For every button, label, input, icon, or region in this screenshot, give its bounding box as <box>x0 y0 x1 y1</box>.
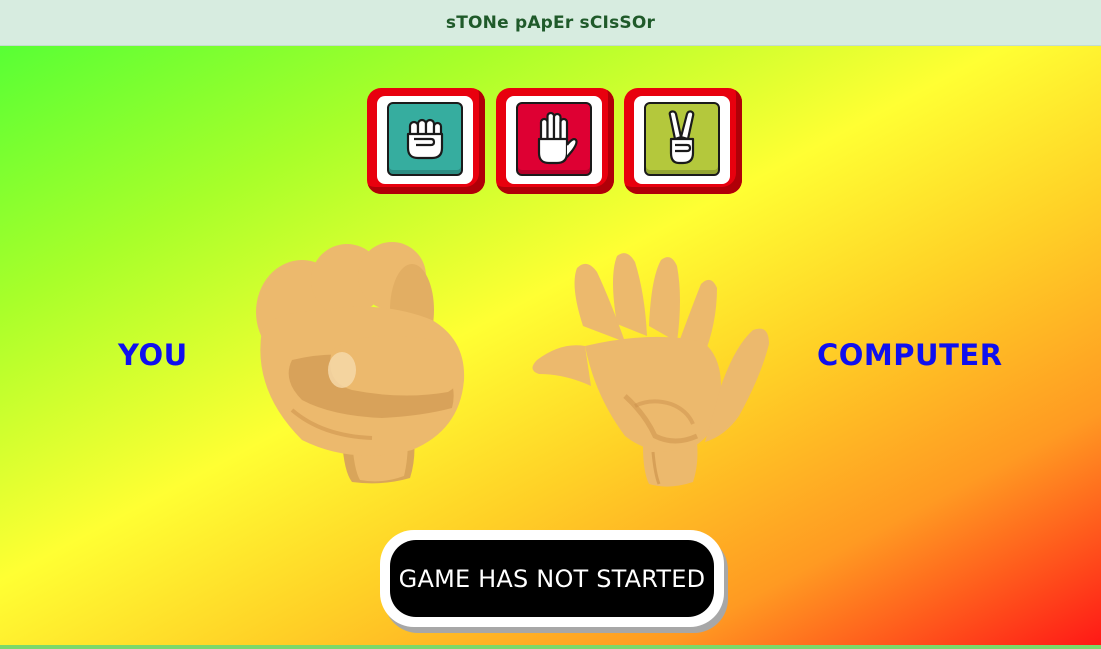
fist-icon <box>406 118 444 160</box>
stone-choice-face <box>387 102 463 176</box>
status-display: GAME HAS NOT STARTED <box>380 530 724 627</box>
stone-choice-button[interactable] <box>367 88 485 194</box>
stone-choice-frame <box>377 96 473 184</box>
computer-open-hand-icon <box>532 253 769 487</box>
paper-choice-frame <box>506 96 602 184</box>
title-bar: sTONe pApEr sCIsSOr <box>0 0 1101 46</box>
scissor-choice-face <box>644 102 720 176</box>
computer-label: COMPUTER <box>817 338 1003 372</box>
player-label: YOU <box>118 338 188 372</box>
app-title: sTONe pApEr sCIsSOr <box>445 12 656 33</box>
bottom-divider <box>0 645 1101 649</box>
status-box: GAME HAS NOT STARTED <box>390 540 714 617</box>
player-fist-icon <box>256 242 465 484</box>
scissor-choice-button[interactable] <box>624 88 742 194</box>
paper-choice-face <box>516 102 592 176</box>
status-text: GAME HAS NOT STARTED <box>398 564 706 593</box>
game-stage: YOU COMPUTER GAME HAS NOT STARTED <box>0 46 1101 649</box>
victory-hand-icon <box>668 110 695 165</box>
open-hand-icon <box>537 111 578 165</box>
scissor-choice-frame <box>634 96 730 184</box>
paper-choice-button[interactable] <box>496 88 614 194</box>
